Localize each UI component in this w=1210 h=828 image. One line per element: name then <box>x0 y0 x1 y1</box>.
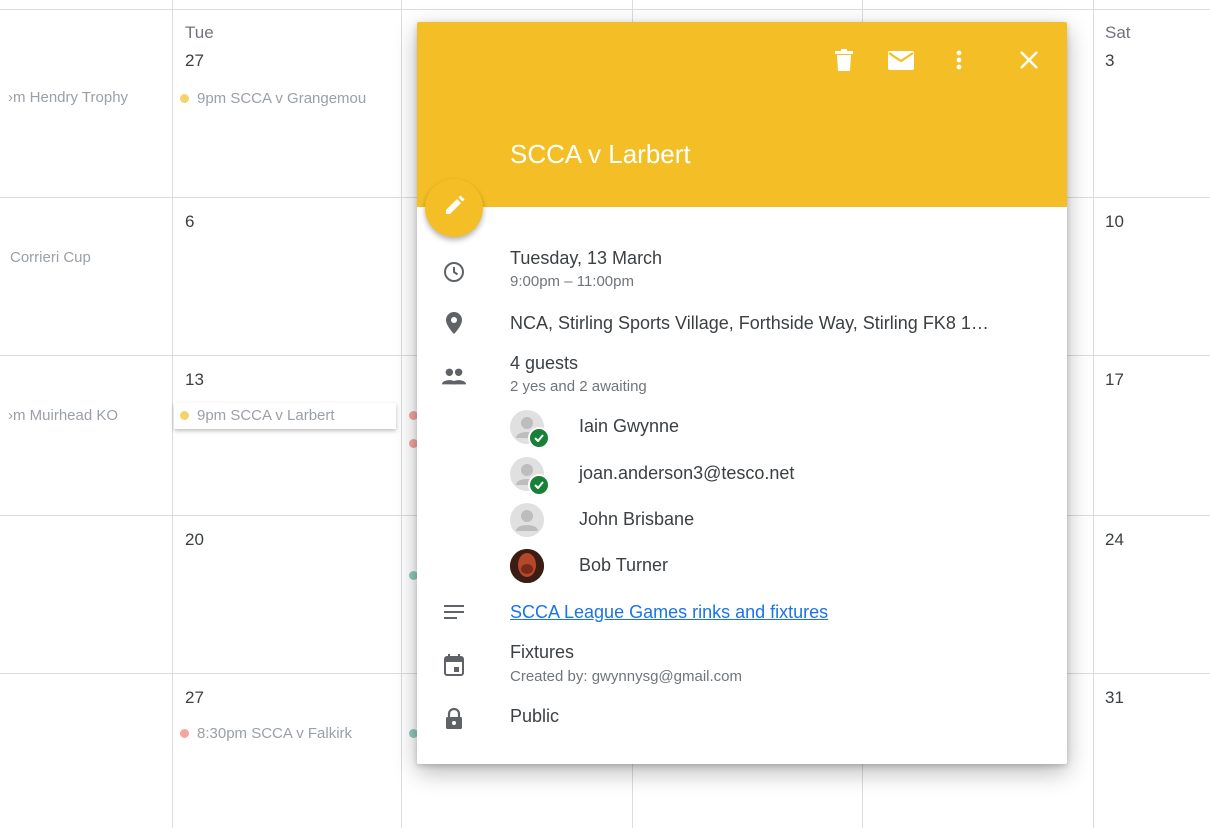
calendar-event[interactable]: 8:30pm SCCA v Falkirk <box>180 724 395 744</box>
check-icon <box>528 427 550 449</box>
event-time: 9:00pm – 11:00pm <box>510 273 634 290</box>
grid-line <box>0 9 1210 10</box>
guests-summary: 2 yes and 2 awaiting <box>510 378 647 395</box>
event-dot <box>180 93 189 103</box>
event-label: ›m Muirhead KO <box>8 407 119 424</box>
guest-name[interactable]: Bob Turner <box>579 554 668 576</box>
guest-name[interactable]: Iain Gwynne <box>579 415 679 437</box>
edit-button[interactable] <box>425 179 483 237</box>
day-header-sat: Sat <box>1105 23 1131 42</box>
date-label[interactable]: 24 <box>1105 529 1124 551</box>
guest-name[interactable]: John Brisbane <box>579 508 694 530</box>
date-label[interactable]: 17 <box>1105 369 1124 391</box>
trash-icon[interactable] <box>828 46 860 74</box>
close-icon[interactable] <box>1013 46 1045 74</box>
date-label[interactable]: 31 <box>1105 687 1124 709</box>
grid-line <box>1093 0 1094 828</box>
event-date: Tuesday, 13 March <box>510 248 663 268</box>
event-detail-popup: SCCA v Larbert Tuesday, 13 March 9:00pm … <box>417 22 1067 764</box>
avatar <box>510 503 544 537</box>
lock-icon <box>441 706 467 732</box>
date-label[interactable]: 13 <box>185 369 204 391</box>
calendar-event[interactable]: 9pm SCCA v Grangemou <box>180 89 392 109</box>
event-visibility: Public <box>510 706 560 726</box>
pencil-icon <box>443 195 465 222</box>
date-label[interactable]: 27 <box>185 50 204 72</box>
event-location[interactable]: NCA, Stirling Sports Village, Forthside … <box>510 312 989 334</box>
event-label: 8:30pm SCCA v Falkirk <box>197 725 353 742</box>
avatar <box>510 410 550 449</box>
check-icon <box>528 474 550 496</box>
day-header-tue: Tue <box>185 23 214 42</box>
location-pin-icon <box>441 310 467 336</box>
calendar-event[interactable]: Corrieri Cup <box>10 248 170 268</box>
created-by: Created by: gwynnysg@gmail.com <box>510 668 742 685</box>
event-title: SCCA v Larbert <box>510 139 691 169</box>
date-label[interactable]: 20 <box>185 529 204 551</box>
event-label: 9pm SCCA v Larbert <box>197 407 335 424</box>
calendar-event[interactable]: ›m Muirhead KO <box>8 406 168 426</box>
avatar <box>510 457 550 496</box>
popup-header: SCCA v Larbert <box>417 22 1067 207</box>
clock-icon <box>441 259 467 285</box>
calendar-name: Fixtures <box>510 642 575 662</box>
grid-line <box>401 0 402 828</box>
guest-name[interactable]: joan.anderson3@tesco.net <box>579 462 794 484</box>
date-label[interactable]: 3 <box>1105 50 1114 72</box>
event-dot <box>180 410 189 420</box>
event-label: 9pm SCCA v Grangemou <box>197 90 367 107</box>
date-label[interactable]: 10 <box>1105 211 1124 233</box>
event-dot <box>180 728 189 738</box>
grid-line <box>172 0 173 828</box>
description-link[interactable]: SCCA League Games rinks and fixtures <box>510 601 828 623</box>
calendar-event-selected[interactable]: 9pm SCCA v Larbert <box>174 403 396 429</box>
description-icon <box>441 599 467 625</box>
calendar-icon <box>441 652 467 678</box>
people-icon <box>441 363 467 389</box>
date-label[interactable]: 27 <box>185 687 204 709</box>
date-label[interactable]: 6 <box>185 211 194 233</box>
mail-icon[interactable] <box>885 46 917 74</box>
guests-count: 4 guests <box>510 353 579 373</box>
event-label: Corrieri Cup <box>10 249 91 266</box>
more-vert-icon[interactable] <box>943 46 975 74</box>
calendar-event[interactable]: ›m Hendry Trophy <box>8 88 168 108</box>
avatar <box>510 549 544 583</box>
event-label: ›m Hendry Trophy <box>8 89 129 106</box>
